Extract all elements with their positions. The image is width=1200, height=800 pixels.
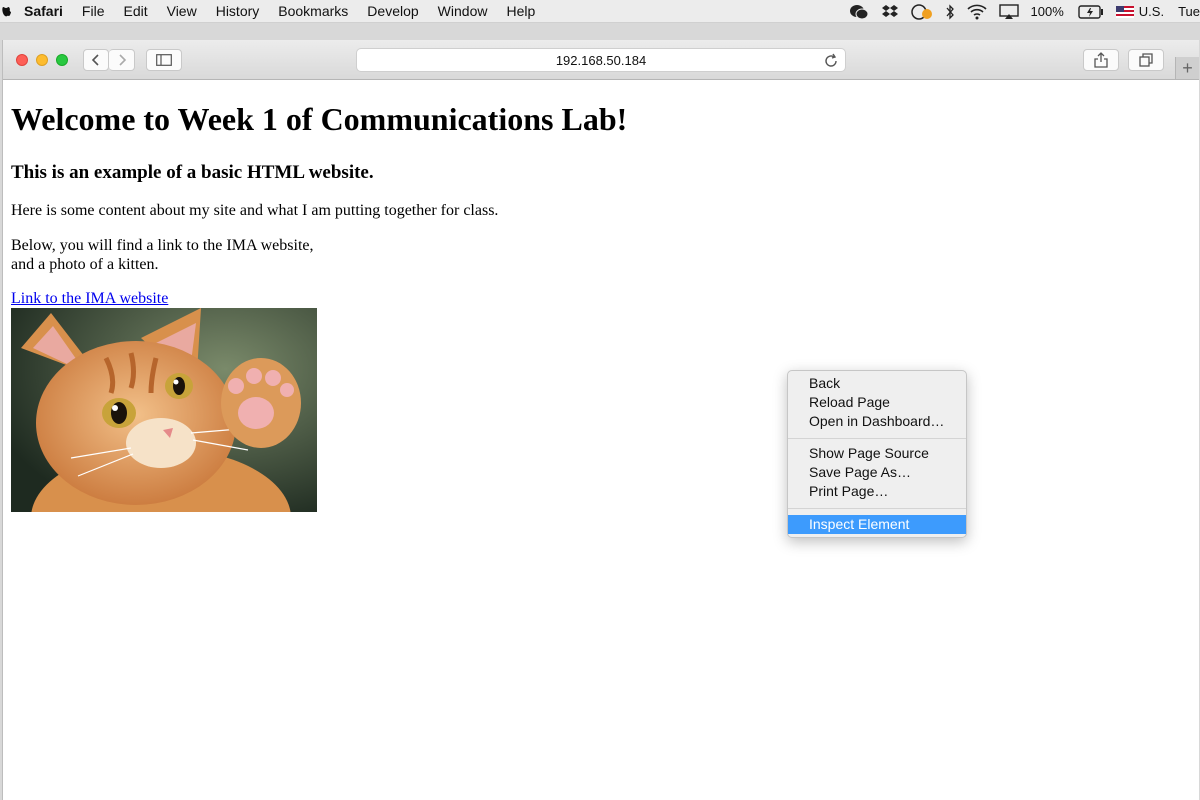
battery-icon[interactable]	[1078, 4, 1104, 19]
input-source-label[interactable]: U.S.	[1139, 4, 1164, 19]
context-menu-show-page-source[interactable]: Show Page Source	[788, 444, 966, 463]
reload-icon[interactable]	[823, 53, 839, 69]
page-subheading: This is an example of a basic HTML websi…	[11, 162, 374, 183]
new-tab-button[interactable]: +	[1175, 57, 1199, 79]
menu-app-safari[interactable]: Safari	[24, 3, 63, 19]
chevron-left-icon	[91, 54, 99, 66]
menu-develop[interactable]: Develop	[367, 3, 418, 19]
plus-icon: +	[1182, 57, 1193, 78]
address-bar[interactable]: 192.168.50.184	[356, 48, 846, 72]
us-flag-icon[interactable]	[1115, 5, 1134, 18]
zoom-window-button[interactable]	[56, 54, 68, 66]
menu-window[interactable]: Window	[438, 3, 488, 19]
tabs-icon	[1139, 53, 1153, 67]
airplay-icon[interactable]	[998, 3, 1019, 20]
menu-bookmarks[interactable]: Bookmarks	[278, 3, 348, 19]
context-menu: Back Reload Page Open in Dashboard… Show…	[787, 370, 967, 538]
context-menu-separator	[788, 508, 966, 509]
kitten-photo	[11, 308, 317, 512]
menu-history[interactable]: History	[216, 3, 260, 19]
description-paragraph: Below, you will find a link to the IMA w…	[11, 236, 313, 274]
apple-icon[interactable]	[2, 3, 12, 19]
context-menu-print-page[interactable]: Print Page…	[788, 482, 966, 501]
wifi-icon[interactable]	[966, 4, 987, 20]
menu-help[interactable]: Help	[506, 3, 535, 19]
context-menu-open-in-dashboard[interactable]: Open in Dashboard…	[788, 412, 966, 431]
sidebar-icon	[156, 54, 172, 66]
wechat-icon[interactable]	[849, 4, 869, 20]
close-window-button[interactable]	[16, 54, 28, 66]
url-text[interactable]: 192.168.50.184	[556, 53, 646, 68]
clock[interactable]: Tue	[1178, 4, 1200, 19]
chevron-right-icon	[118, 54, 126, 66]
web-page: Welcome to Week 1 of Communications Lab!…	[3, 80, 1199, 800]
sidebar-toggle-button[interactable]	[146, 49, 182, 71]
menu-file[interactable]: File	[82, 3, 105, 19]
share-icon	[1094, 52, 1108, 68]
bluetooth-icon[interactable]	[945, 3, 955, 20]
back-button[interactable]	[83, 49, 109, 71]
context-menu-save-page-as[interactable]: Save Page As…	[788, 463, 966, 482]
context-menu-inspect-element[interactable]: Inspect Element	[788, 515, 966, 534]
battery-percent: 100%	[1030, 4, 1064, 19]
safari-window: 192.168.50.184 + Welcome to Week 1 of Co…	[2, 40, 1199, 800]
status-area: 100% U.S. Tue	[849, 0, 1200, 23]
description-line-2: and a photo of a kitten.	[11, 256, 159, 273]
intro-paragraph: Here is some content about my site and w…	[11, 202, 499, 219]
minimize-window-button[interactable]	[36, 54, 48, 66]
share-button[interactable]	[1083, 49, 1119, 71]
context-menu-separator	[788, 438, 966, 439]
menu-view[interactable]: View	[167, 3, 197, 19]
menu-edit[interactable]: Edit	[123, 3, 147, 19]
ima-website-link[interactable]: Link to the IMA website	[11, 290, 168, 308]
context-menu-reload-page[interactable]: Reload Page	[788, 393, 966, 412]
description-line-1: Below, you will find a link to the IMA w…	[11, 237, 314, 254]
menu-bar: Safari File Edit View History Bookmarks …	[0, 0, 1200, 23]
sync-icon[interactable]	[910, 3, 933, 20]
context-menu-back[interactable]: Back	[788, 374, 966, 393]
forward-button[interactable]	[109, 49, 135, 71]
menu-items: Safari File Edit View History Bookmarks …	[24, 3, 554, 19]
show-tabs-button[interactable]	[1128, 49, 1164, 71]
browser-toolbar: 192.168.50.184 +	[3, 40, 1199, 80]
page-heading: Welcome to Week 1 of Communications Lab!	[11, 101, 628, 137]
dropbox-icon[interactable]	[881, 4, 899, 20]
